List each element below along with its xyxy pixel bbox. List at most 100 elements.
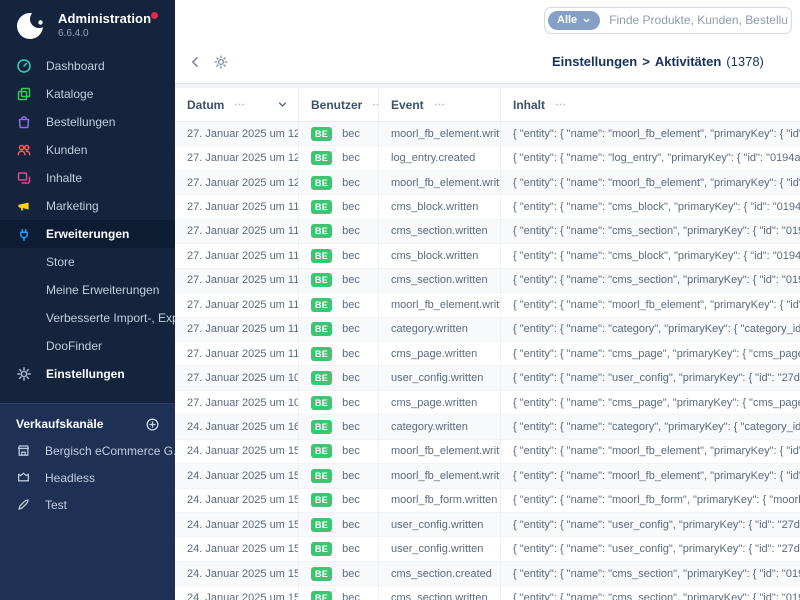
table-row: 27. Januar 2025 um 11:16 BE bec moorl_fb…	[175, 293, 800, 317]
column-header-datum[interactable]: Datum	[175, 88, 298, 121]
column-header-event[interactable]: Event	[378, 88, 500, 121]
sidebar-subitem[interactable]: Store	[0, 248, 175, 276]
activity-date: 27. Januar 2025 um 11:56	[175, 195, 298, 218]
content-icon	[16, 170, 32, 186]
table-row: 27. Januar 2025 um 11:13 BE bec category…	[175, 318, 800, 342]
sales-channel-item[interactable]: Test	[0, 491, 175, 518]
page-title: Aktivitäten	[655, 54, 721, 69]
user-name: bec	[342, 592, 360, 600]
chevron-down-icon	[582, 16, 591, 25]
user-name: bec	[342, 568, 360, 580]
column-menu-icon[interactable]	[433, 98, 446, 111]
user-cell: BE bec	[298, 464, 378, 487]
column-menu-icon[interactable]	[371, 98, 378, 111]
user-cell: BE bec	[298, 537, 378, 560]
activity-content: { "entity": { "name": "user_config", "pr…	[500, 537, 800, 560]
app-header[interactable]: Administration 6.6.4.0	[0, 0, 175, 49]
breadcrumb-parent[interactable]: Einstellungen	[552, 54, 637, 69]
settings-gear-button[interactable]	[213, 54, 229, 70]
user-name: bec	[342, 177, 360, 189]
sidebar-item[interactable]: Dashboard	[0, 52, 175, 80]
user-name: bec	[342, 274, 360, 286]
activity-content: { "entity": { "name": "cms_section", "pr…	[500, 562, 800, 585]
activity-content: { "entity": { "name": "category", "prima…	[500, 318, 800, 341]
column-menu-icon[interactable]	[554, 98, 567, 111]
sidebar-item-label: Einstellungen	[46, 367, 125, 381]
user-name: bec	[342, 299, 360, 311]
sidebar-subitem[interactable]: Verbesserte Import-, Export...	[0, 304, 175, 332]
activity-content: { "entity": { "name": "category", "prima…	[500, 415, 800, 438]
user-badge: BE	[311, 591, 332, 600]
sidebar-item[interactable]: Bestellungen	[0, 108, 175, 136]
user-cell: BE bec	[298, 220, 378, 243]
column-header-benutzer[interactable]: Benutzer	[298, 88, 378, 121]
sidebar-item[interactable]: Kataloge	[0, 80, 175, 108]
user-name: bec	[342, 397, 360, 409]
activity-date: 24. Januar 2025 um 15:43	[175, 464, 298, 487]
activity-date: 27. Januar 2025 um 11:10	[175, 342, 298, 365]
sidebar-item[interactable]: Kunden	[0, 136, 175, 164]
shopware-logo-icon	[16, 11, 46, 41]
user-name: bec	[342, 201, 360, 213]
sidebar-subitem-label: Meine Erweiterungen	[46, 283, 159, 297]
activity-date: 27. Januar 2025 um 11:13	[175, 318, 298, 341]
activity-event: moorl_fb_element.written	[378, 293, 500, 316]
user-cell: BE bec	[298, 244, 378, 267]
activity-date: 24. Januar 2025 um 15:44	[175, 440, 298, 463]
extensions-icon	[16, 226, 32, 242]
activity-date: 27. Januar 2025 um 10:36	[175, 366, 298, 389]
activity-date: 24. Januar 2025 um 16:00	[175, 415, 298, 438]
user-badge: BE	[311, 249, 332, 263]
table-row: 24. Januar 2025 um 15:18 BE bec user_con…	[175, 537, 800, 561]
marketing-icon	[16, 198, 32, 214]
sales-channel-item[interactable]: Headless	[0, 464, 175, 491]
column-header-inhalt[interactable]: Inhalt	[500, 88, 800, 121]
sidebar-item-einstellungen[interactable]: Einstellungen	[0, 360, 175, 388]
user-name: bec	[342, 470, 360, 482]
activity-event: user_config.written	[378, 366, 500, 389]
user-name: bec	[342, 372, 360, 384]
sort-desc-icon[interactable]	[277, 99, 288, 110]
back-button[interactable]	[187, 54, 203, 70]
activity-content: { "entity": { "name": "cms_block", "prim…	[500, 195, 800, 218]
user-cell: BE bec	[298, 171, 378, 194]
sales-channel-item[interactable]: Bergisch eCommerce G...	[0, 437, 175, 464]
column-menu-icon[interactable]	[233, 98, 246, 111]
activity-content: { "entity": { "name": "log_entry", "prim…	[500, 146, 800, 169]
sidebar-item-label: Marketing	[46, 199, 99, 213]
user-cell: BE bec	[298, 391, 378, 414]
user-badge: BE	[311, 298, 332, 312]
table-row: 27. Januar 2025 um 11:10 BE bec cms_page…	[175, 342, 800, 366]
user-cell: BE bec	[298, 440, 378, 463]
sidebar-subitem[interactable]: DooFinder	[0, 332, 175, 360]
search-scope-dropdown[interactable]: Alle	[548, 11, 600, 30]
activity-count: (1378)	[726, 54, 764, 69]
activity-content: { "entity": { "name": "cms_block", "prim…	[500, 244, 800, 267]
sales-channels-header: Verkaufskanäle	[0, 411, 175, 437]
user-badge: BE	[311, 322, 332, 336]
user-cell: BE bec	[298, 562, 378, 585]
user-badge: BE	[311, 567, 332, 581]
activity-content: { "entity": { "name": "moorl_fb_element"…	[500, 464, 800, 487]
table-row: 27. Januar 2025 um 11:56 BE bec cms_sect…	[175, 269, 800, 293]
customers-icon	[16, 142, 32, 158]
sidebar-subitem[interactable]: Meine Erweiterungen	[0, 276, 175, 304]
activity-date: 24. Januar 2025 um 15:18	[175, 513, 298, 536]
user-name: bec	[342, 323, 360, 335]
table-row: 27. Januar 2025 um 11:56 BE bec cms_bloc…	[175, 195, 800, 219]
user-cell: BE bec	[298, 269, 378, 292]
user-badge: BE	[311, 151, 332, 165]
search-input[interactable]	[600, 13, 788, 27]
add-sales-channel-button[interactable]	[145, 417, 160, 432]
activity-content: { "entity": { "name": "cms_page", "prima…	[500, 391, 800, 414]
activity-date: 27. Januar 2025 um 12:00	[175, 171, 298, 194]
sidebar-item[interactable]: Erweiterungen	[0, 220, 175, 248]
activity-event: moorl_fb_form.written	[378, 489, 500, 512]
main-menu: Dashboard Kataloge Bestellungen Kunden	[0, 52, 175, 248]
table-row: 27. Januar 2025 um 12:03 BE bec moorl_fb…	[175, 122, 800, 146]
user-cell: BE bec	[298, 342, 378, 365]
activity-content: { "entity": { "name": "moorl_fb_form", "…	[500, 489, 800, 512]
sidebar-item[interactable]: Marketing	[0, 192, 175, 220]
sidebar-item[interactable]: Inhalte	[0, 164, 175, 192]
user-badge: BE	[311, 224, 332, 238]
